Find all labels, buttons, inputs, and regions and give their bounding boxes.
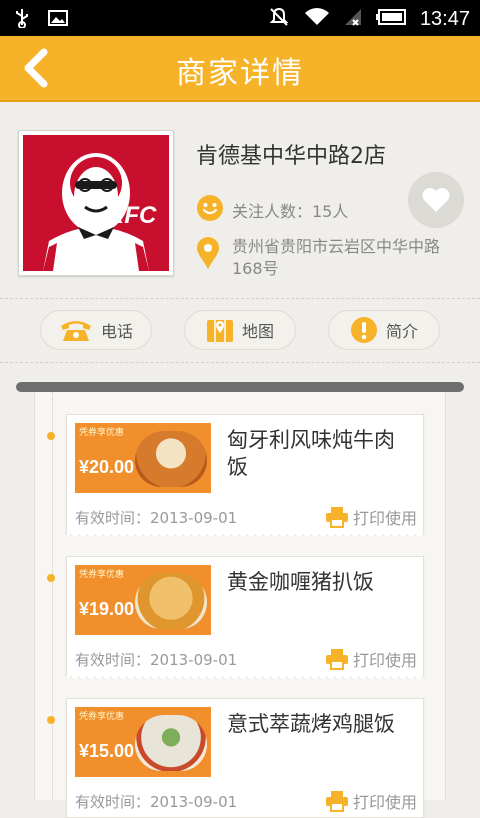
print-button[interactable]: 打印使用 bbox=[325, 789, 417, 813]
coupon-valid-date: 有效时间：2013-09-01 bbox=[75, 793, 238, 811]
print-button[interactable]: 打印使用 bbox=[325, 647, 417, 671]
app-header: 商家详情 bbox=[0, 36, 480, 102]
phone-icon bbox=[60, 321, 91, 341]
coupon-card[interactable]: 凭券享优惠 ¥19.00 黄金咖喱猪扒饭 有效时间：2013-09-01 打印使… bbox=[66, 556, 424, 681]
print-label: 打印使用 bbox=[352, 509, 417, 528]
address-row[interactable]: 贵州省贵阳市云岩区中华中路168号 bbox=[196, 236, 466, 280]
divider bbox=[0, 362, 480, 363]
intro-button[interactable]: 简介 bbox=[328, 310, 440, 350]
store-info: KFC 肯德基中华中路2店 关注人数：15人 贵州省贵阳市云岩区中华中路168号 bbox=[0, 102, 480, 298]
usb-icon bbox=[14, 8, 30, 32]
image-icon bbox=[48, 10, 68, 30]
clock: 13:47 bbox=[419, 7, 470, 30]
wifi-icon bbox=[304, 7, 330, 31]
phone-label: 电话 bbox=[100, 322, 133, 341]
printer-icon bbox=[325, 649, 348, 670]
coupon-image: 凭券享优惠 ¥15.00 bbox=[75, 707, 211, 777]
coupon-card[interactable]: 凭券享优惠 ¥20.00 匈牙利风味炖牛肉饭 有效时间：2013-09-01 打… bbox=[66, 414, 424, 539]
heart-icon bbox=[422, 188, 450, 212]
print-label: 打印使用 bbox=[352, 651, 417, 670]
action-bar: 电话 地图 简介 bbox=[0, 300, 480, 362]
store-address: 贵州省贵阳市云岩区中华中路168号 bbox=[232, 237, 441, 278]
coupon-valid-date: 有效时间：2013-09-01 bbox=[75, 509, 238, 527]
printer-icon bbox=[325, 507, 348, 528]
list-rail bbox=[16, 382, 464, 392]
coupon-price: ¥15.00 bbox=[79, 741, 135, 761]
coupon-image: 凭券享优惠 ¥19.00 bbox=[75, 565, 211, 635]
timeline-dot bbox=[47, 716, 55, 724]
coupon-card[interactable]: 凭券享优惠 ¥15.00 意式萃蔬烤鸡腿饭 有效时间：2013-09-01 打印… bbox=[66, 698, 424, 818]
coupon-image: 凭券享优惠 ¥20.00 bbox=[75, 423, 211, 493]
info-icon bbox=[350, 317, 377, 343]
printer-icon bbox=[325, 791, 348, 812]
map-icon bbox=[206, 320, 233, 342]
print-label: 打印使用 bbox=[352, 793, 417, 812]
page-title: 商家详情 bbox=[176, 56, 304, 91]
map-button[interactable]: 地图 bbox=[184, 310, 296, 350]
map-label: 地图 bbox=[241, 322, 274, 341]
store-name: 肯德基中华中路2店 bbox=[196, 144, 386, 169]
mute-icon bbox=[268, 6, 290, 32]
signal-icon bbox=[344, 8, 362, 30]
coupon-title: 黄金咖喱猪扒饭 bbox=[227, 570, 374, 594]
smiley-icon bbox=[196, 194, 224, 226]
timeline-dot bbox=[47, 574, 55, 582]
divider bbox=[0, 298, 480, 299]
timeline-dot bbox=[47, 432, 55, 440]
followers-row: 关注人数：15人 bbox=[196, 194, 348, 226]
kfc-wordmark: KFC bbox=[107, 202, 157, 229]
intro-label: 简介 bbox=[385, 322, 418, 341]
followers-count: 关注人数：15人 bbox=[232, 202, 349, 221]
timeline-line bbox=[52, 392, 53, 800]
phone-button[interactable]: 电话 bbox=[40, 310, 152, 350]
status-bar: 13:47 bbox=[0, 0, 480, 36]
favorite-button[interactable] bbox=[408, 172, 464, 228]
coupon-valid-date: 有效时间：2013-09-01 bbox=[75, 651, 238, 669]
print-button[interactable]: 打印使用 bbox=[325, 505, 417, 529]
coupon-title: 匈牙利风味炖牛肉饭 bbox=[227, 428, 395, 479]
coupon-price: ¥19.00 bbox=[79, 599, 135, 619]
battery-icon bbox=[375, 9, 406, 29]
location-pin-icon bbox=[196, 236, 220, 280]
store-logo: KFC bbox=[18, 130, 174, 276]
coupon-title: 意式萃蔬烤鸡腿饭 bbox=[227, 712, 395, 736]
coupon-price: ¥20.00 bbox=[79, 457, 135, 477]
